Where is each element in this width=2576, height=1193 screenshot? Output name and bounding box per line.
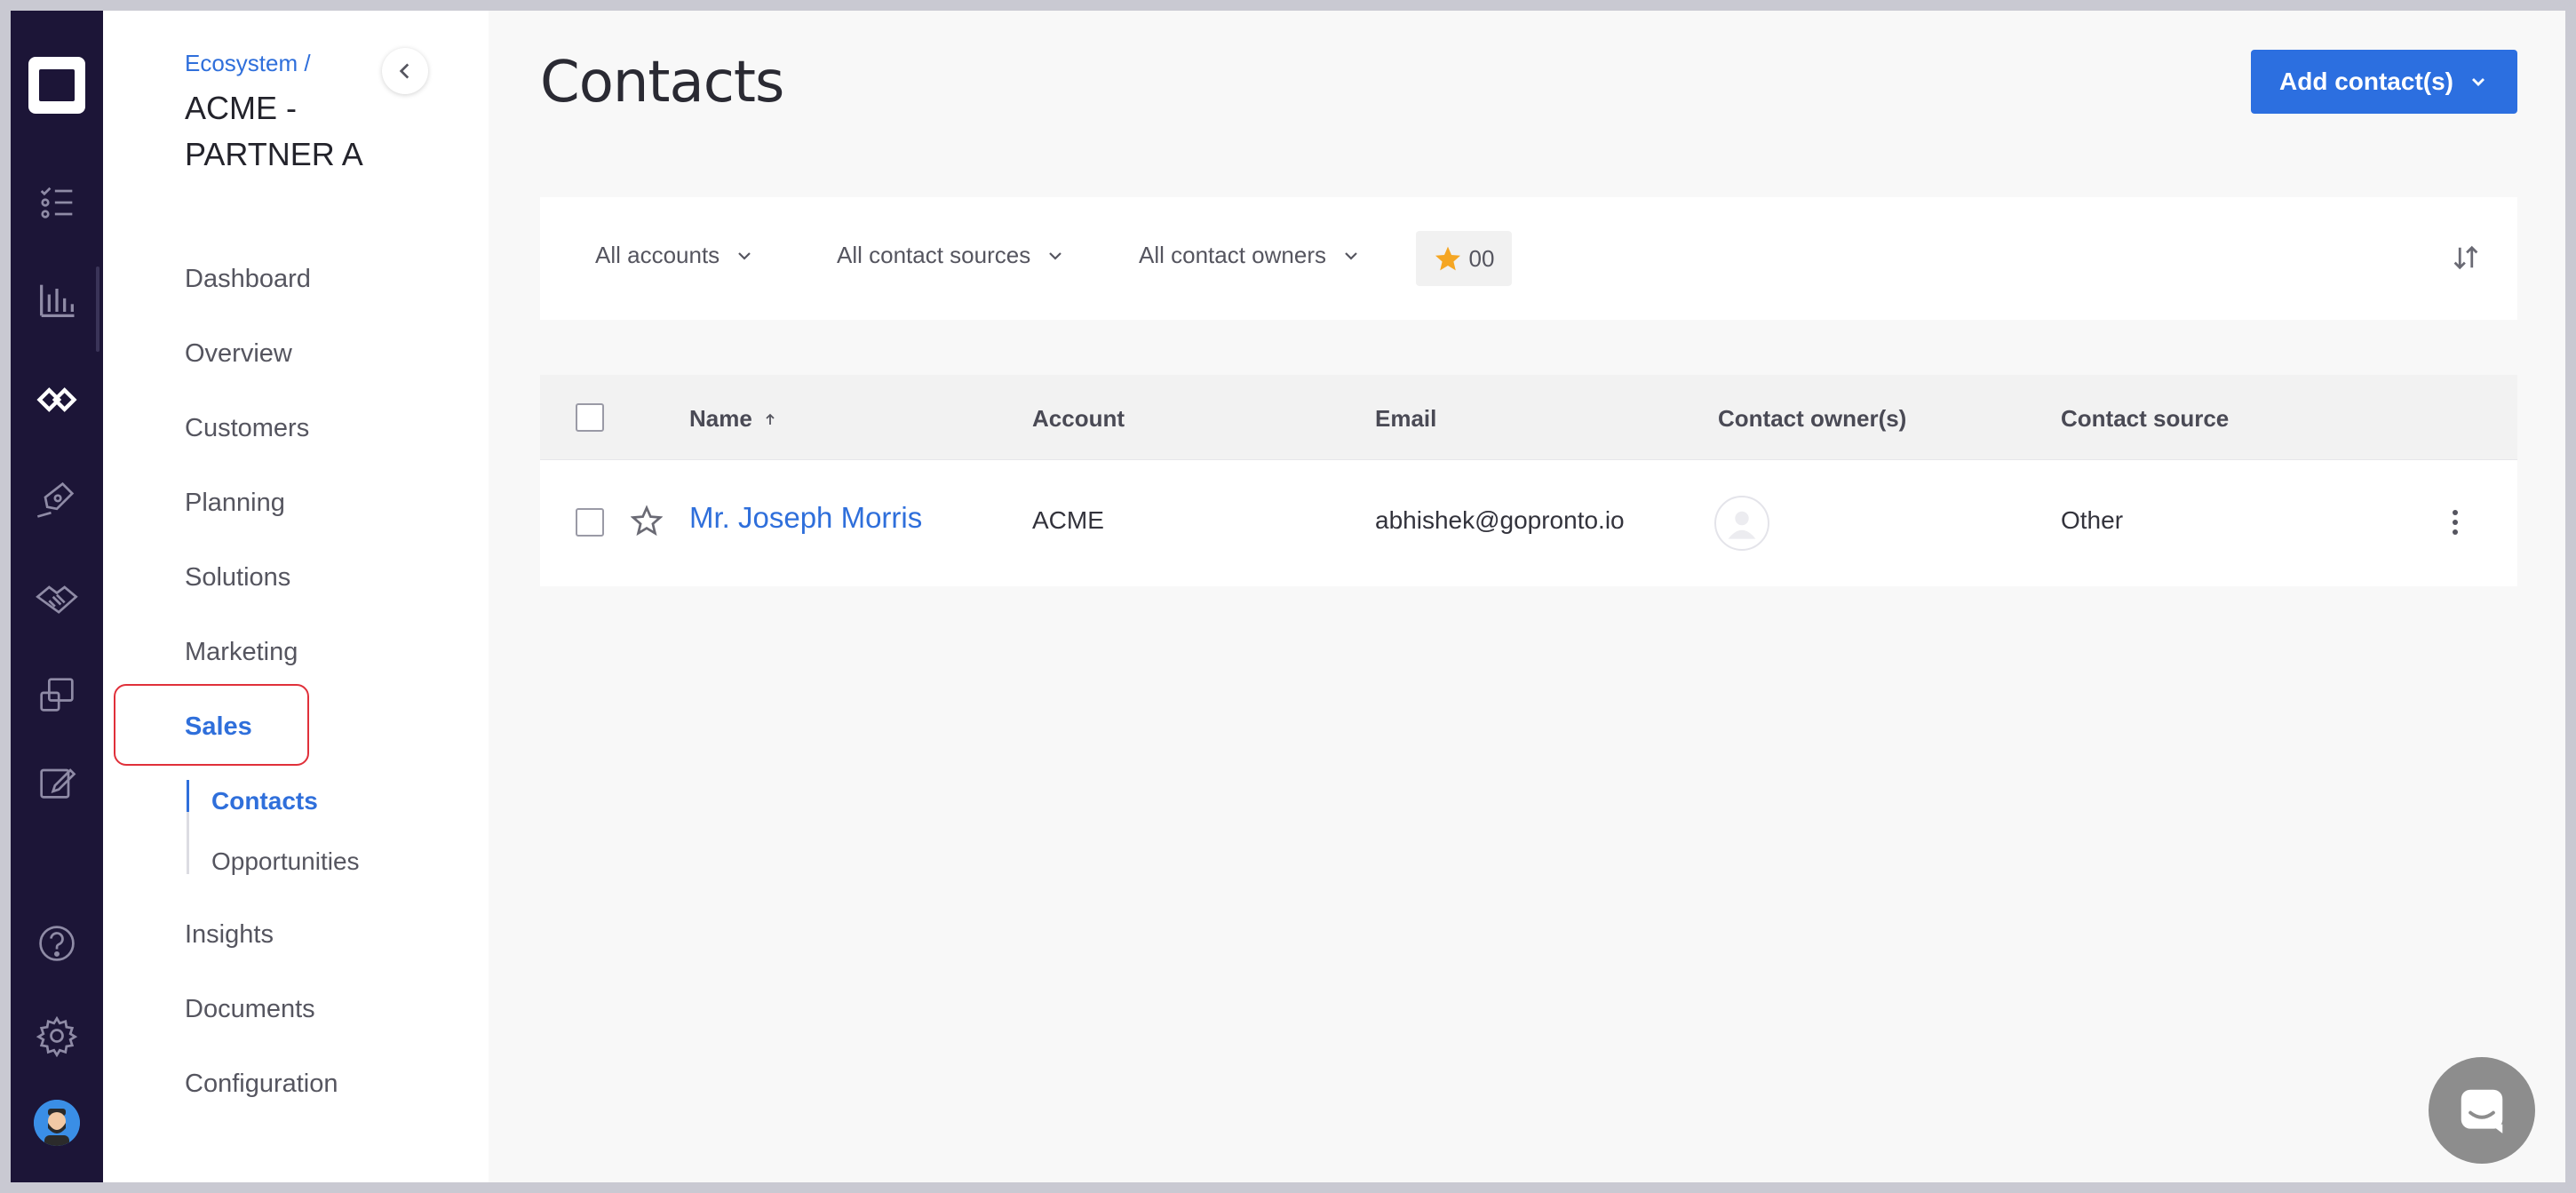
sidebar-item-customers[interactable]: Customers: [185, 414, 309, 443]
chevron-down-icon: [738, 251, 751, 260]
contact-account: ACME: [1032, 506, 1104, 534]
sidebar-subitem-opportunities[interactable]: Opportunities: [211, 847, 360, 876]
app-window: Ecosystem / ACME - PARTNER A Dashboard O…: [11, 11, 2565, 1182]
sidebar-item-marketing[interactable]: Marketing: [185, 638, 298, 667]
table-header: Name Account Email Contact owner(s) Cont…: [540, 375, 2517, 460]
sidebar-item-documents[interactable]: Documents: [185, 995, 315, 1024]
contact-sources-filter-label: All contact sources: [837, 242, 1031, 268]
submenu-line: [187, 780, 189, 874]
icon-rail: [11, 11, 103, 1182]
column-header-email[interactable]: Email: [1375, 405, 1436, 433]
column-header-name-label: Name: [689, 405, 752, 432]
filter-bar: All accounts All contact sources All con…: [540, 197, 2517, 320]
ecosystem-icon[interactable]: [32, 375, 82, 425]
contacts-table: Name Account Email Contact owner(s) Cont…: [540, 375, 2517, 586]
column-header-account[interactable]: Account: [1032, 405, 1125, 433]
handshake-icon[interactable]: [32, 574, 82, 624]
starred-filter[interactable]: 00: [1416, 231, 1512, 286]
column-header-source[interactable]: Contact source: [2061, 405, 2229, 433]
chevron-down-icon: [2472, 78, 2485, 86]
gear-icon[interactable]: [32, 1011, 82, 1061]
sidebar-item-overview[interactable]: Overview: [185, 339, 292, 369]
help-icon[interactable]: [32, 919, 82, 968]
chat-bubble-icon: [2461, 1089, 2503, 1133]
contact-name-link[interactable]: Mr. Joseph Morris: [689, 501, 922, 535]
sidebar-subitem-contacts[interactable]: Contacts: [211, 787, 318, 815]
edit-icon[interactable]: [32, 757, 82, 807]
select-all-checkbox[interactable]: [576, 403, 604, 432]
sidebar: Ecosystem / ACME - PARTNER A Dashboard O…: [103, 11, 489, 1182]
pen-icon[interactable]: [32, 474, 82, 524]
chevron-down-icon: [1345, 251, 1357, 260]
chevron-down-icon: [1049, 251, 1061, 260]
star-outline-icon[interactable]: [630, 505, 664, 541]
owner-avatar-placeholder-icon[interactable]: [1714, 496, 1769, 551]
sidebar-item-solutions[interactable]: Solutions: [185, 563, 290, 593]
page-title: Contacts: [540, 50, 784, 115]
sidebar-item-planning[interactable]: Planning: [185, 489, 285, 518]
column-header-owners[interactable]: Contact owner(s): [1718, 405, 1906, 433]
sort-icon[interactable]: [2450, 242, 2482, 278]
add-contacts-button[interactable]: Add contact(s): [2251, 50, 2517, 114]
starred-count: 00: [1468, 244, 1495, 272]
contact-owners-filter-label: All contact owners: [1139, 242, 1326, 268]
contact-sources-filter[interactable]: All contact sources: [837, 242, 1066, 269]
user-avatar-icon[interactable]: [34, 1100, 80, 1146]
rail-active-marker: [96, 266, 99, 352]
sidebar-item-insights[interactable]: Insights: [185, 920, 274, 950]
column-header-name[interactable]: Name: [689, 405, 775, 433]
app-logo-icon[interactable]: [28, 57, 85, 114]
row-checkbox[interactable]: [576, 508, 604, 537]
table-row[interactable]: Mr. Joseph Morris ACME abhishek@gopronto…: [540, 460, 2517, 586]
workspace-title: ACME - PARTNER A: [185, 90, 363, 172]
accounts-filter[interactable]: All accounts: [595, 242, 755, 269]
tasks-icon[interactable]: [32, 178, 82, 227]
chevron-left-icon: [399, 63, 409, 79]
bar-chart-icon[interactable]: [32, 275, 82, 325]
contact-owners-filter[interactable]: All contact owners: [1139, 242, 1362, 269]
windows-icon[interactable]: [32, 670, 82, 720]
accounts-filter-label: All accounts: [595, 242, 720, 268]
sidebar-item-dashboard[interactable]: Dashboard: [185, 265, 311, 294]
breadcrumb[interactable]: Ecosystem /: [185, 50, 311, 77]
contact-source: Other: [2061, 506, 2124, 534]
sidebar-item-configuration[interactable]: Configuration: [185, 1070, 338, 1099]
chat-launcher-button[interactable]: [2429, 1057, 2535, 1164]
row-actions-kebab-icon[interactable]: [2437, 505, 2473, 540]
star-filled-icon: [1435, 246, 1460, 271]
add-contacts-label: Add contact(s): [2279, 68, 2453, 95]
contact-email: abhishek@gopronto.io: [1375, 506, 1625, 534]
sort-ascending-icon: [766, 413, 775, 425]
sidebar-item-sales[interactable]: Sales: [185, 712, 252, 742]
collapse-sidebar-button[interactable]: [382, 48, 428, 94]
